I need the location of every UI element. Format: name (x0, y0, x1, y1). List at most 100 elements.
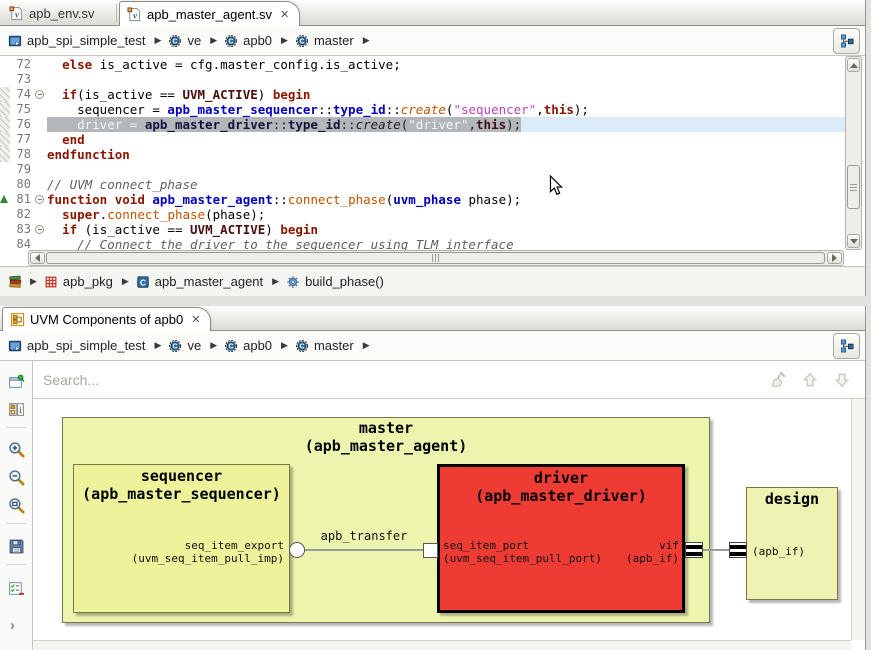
close-icon[interactable]: ✕ (191, 313, 200, 326)
uvm-component-gear-icon (168, 339, 182, 353)
code-text[interactable] (47, 162, 845, 177)
zoom-fit-icon[interactable] (8, 497, 25, 514)
legend-icon[interactable] (8, 401, 25, 418)
show-hierarchy-button[interactable] (833, 28, 860, 54)
quickdiff-changed-marker (0, 117, 10, 132)
scroll-thumb[interactable] (847, 165, 860, 209)
code-editor[interactable]: 72 else is_active = cfg.master_config.is… (0, 56, 865, 250)
breadcrumb-item-master[interactable]: master (314, 338, 354, 353)
breadcrumb-item-apb-pkg[interactable]: apb_pkg (63, 274, 113, 289)
breadcrumb-item-ve[interactable]: ve (187, 33, 201, 48)
line-number: 76 (10, 117, 33, 132)
breadcrumb-item-apb0[interactable]: apb0 (243, 33, 272, 48)
code-text[interactable]: endfunction (47, 147, 845, 162)
canvas-horizontal-scrollbar[interactable] (33, 640, 851, 650)
fold-margin (33, 162, 47, 177)
code-text[interactable]: driver = apb_master_driver::type_id::cre… (47, 117, 845, 132)
breadcrumb-item-agent-class[interactable]: apb_master_agent (155, 274, 263, 289)
diagram-toolbar: › (0, 361, 33, 650)
scroll-right-button[interactable] (827, 252, 842, 264)
code-text[interactable]: sequencer = apb_master_sequencer::type_i… (47, 102, 845, 117)
code-line-81[interactable]: 81function void apb_master_agent::connec… (0, 192, 845, 207)
design-if-label: (apb_if) (752, 545, 805, 558)
breadcrumb-item-master[interactable]: master (314, 33, 354, 48)
breadcrumb-item-test[interactable]: apb_spi_simple_test (27, 33, 146, 48)
chevron-more-icon[interactable]: › (10, 617, 15, 634)
canvas-vertical-scrollbar[interactable] (851, 399, 865, 640)
clear-search-broom-icon[interactable] (769, 371, 787, 389)
code-line-84[interactable]: 84 // Connect the driver to the sequence… (0, 237, 845, 250)
seq-item-port-label: seq_item_port (443, 539, 529, 552)
uvm-component-gear-icon (224, 34, 238, 48)
code-text[interactable]: end (47, 132, 845, 147)
driver-box-title: driver (440, 469, 682, 487)
tab-apb-master-agent[interactable]: apb_master_agent.sv ✕ (119, 1, 300, 26)
code-line-76[interactable]: 76 driver = apb_master_driver::type_id::… (0, 117, 845, 132)
code-line-73[interactable]: 73 (0, 72, 845, 87)
breadcrumb-separator-icon: ▶ (272, 276, 279, 287)
breadcrumb-item-apb0[interactable]: apb0 (243, 338, 272, 353)
uvm-components-view: UVM Components of apb0 ✕ apb_spi_simple_… (0, 306, 866, 650)
tab-label: apb_env.sv (29, 6, 95, 21)
code-line-75[interactable]: 75 sequencer = apb_master_sequencer::typ… (0, 102, 845, 117)
code-line-82[interactable]: 82 super.connect_phase(phase); (0, 207, 845, 222)
design-interface-port[interactable] (729, 542, 747, 558)
code-line-78[interactable]: 78endfunction (0, 147, 845, 162)
close-icon[interactable]: ✕ (280, 8, 289, 21)
tab-uvm-components[interactable]: UVM Components of apb0 ✕ (2, 307, 211, 331)
scroll-left-button[interactable] (30, 252, 45, 264)
connection-label: apb_transfer (304, 530, 424, 543)
breadcrumb-item-build-phase[interactable]: build_phase() (305, 274, 384, 289)
save-diagram-icon[interactable] (8, 538, 25, 555)
fold-margin (33, 132, 47, 147)
code-text[interactable] (47, 72, 845, 87)
breadcrumb-item-ve[interactable]: ve (187, 338, 201, 353)
design-box[interactable]: design (746, 487, 838, 600)
arrow-up-icon[interactable] (801, 371, 819, 389)
code-text[interactable]: function void apb_master_agent::connect_… (47, 192, 845, 207)
code-text[interactable]: super.connect_phase(phase); (47, 207, 845, 222)
code-text[interactable]: if(is_active == UVM_ACTIVE) begin (47, 87, 845, 102)
breadcrumb-separator-icon: ▶ (210, 340, 217, 351)
seq-item-export-port[interactable] (289, 542, 305, 558)
code-text[interactable]: if (is_active == UVM_ACTIVE) begin (47, 222, 845, 237)
package-grid-icon (44, 275, 58, 289)
scroll-thumb[interactable] (46, 252, 825, 264)
breadcrumb-item-test[interactable]: apb_spi_simple_test (27, 338, 146, 353)
zoom-out-icon[interactable] (8, 469, 25, 486)
scroll-up-button[interactable] (847, 58, 860, 72)
arrow-down-icon[interactable] (833, 371, 851, 389)
fold-collapse-icon[interactable] (35, 225, 44, 234)
code-line-77[interactable]: 77 end (0, 132, 845, 147)
code-line-83[interactable]: 83 if (is_active == UVM_ACTIVE) begin (0, 222, 845, 237)
scroll-down-button[interactable] (847, 234, 860, 248)
fold-collapse-icon[interactable] (35, 90, 44, 99)
vertical-scrollbar[interactable] (845, 56, 862, 250)
pin-view-icon[interactable] (8, 373, 25, 390)
fold-collapse-icon[interactable] (35, 195, 44, 204)
code-line-72[interactable]: 72 else is_active = cfg.master_config.is… (0, 57, 845, 72)
tab-apb-env[interactable]: apb_env.sv (2, 1, 105, 26)
seq-item-port[interactable] (423, 543, 438, 558)
fold-margin (33, 72, 47, 87)
code-line-79[interactable]: 79 (0, 162, 845, 177)
editor-tabbar: apb_env.sv apb_master_agent.sv ✕ (0, 0, 865, 26)
code-text[interactable]: // Connect the driver to the sequencer u… (47, 237, 845, 250)
sash-divider[interactable] (0, 296, 871, 306)
zoom-in-icon[interactable] (8, 441, 25, 458)
horizontal-scrollbar[interactable] (28, 250, 844, 266)
breadcrumb-separator-icon: ▶ (155, 35, 162, 46)
code-text[interactable]: else is_active = cfg.master_config.is_ac… (47, 57, 845, 72)
code-text[interactable]: // UVM connect_phase (47, 177, 845, 192)
search-input[interactable] (33, 372, 769, 388)
show-hierarchy-button[interactable] (833, 333, 860, 359)
filters-icon[interactable] (8, 580, 25, 597)
code-line-80[interactable]: 80// UVM connect_phase (0, 177, 845, 192)
tlm-connection-line (297, 549, 423, 551)
diagram-canvas[interactable]: master (apb_master_agent) sequencer (apb… (33, 399, 851, 640)
annotation-margin (0, 237, 10, 250)
vif-interface-port[interactable] (685, 542, 703, 558)
code-line-74[interactable]: 74 if(is_active == UVM_ACTIVE) begin (0, 87, 845, 102)
quickdiff-changed-marker (0, 147, 10, 162)
quickdiff-changed-marker (0, 132, 10, 147)
